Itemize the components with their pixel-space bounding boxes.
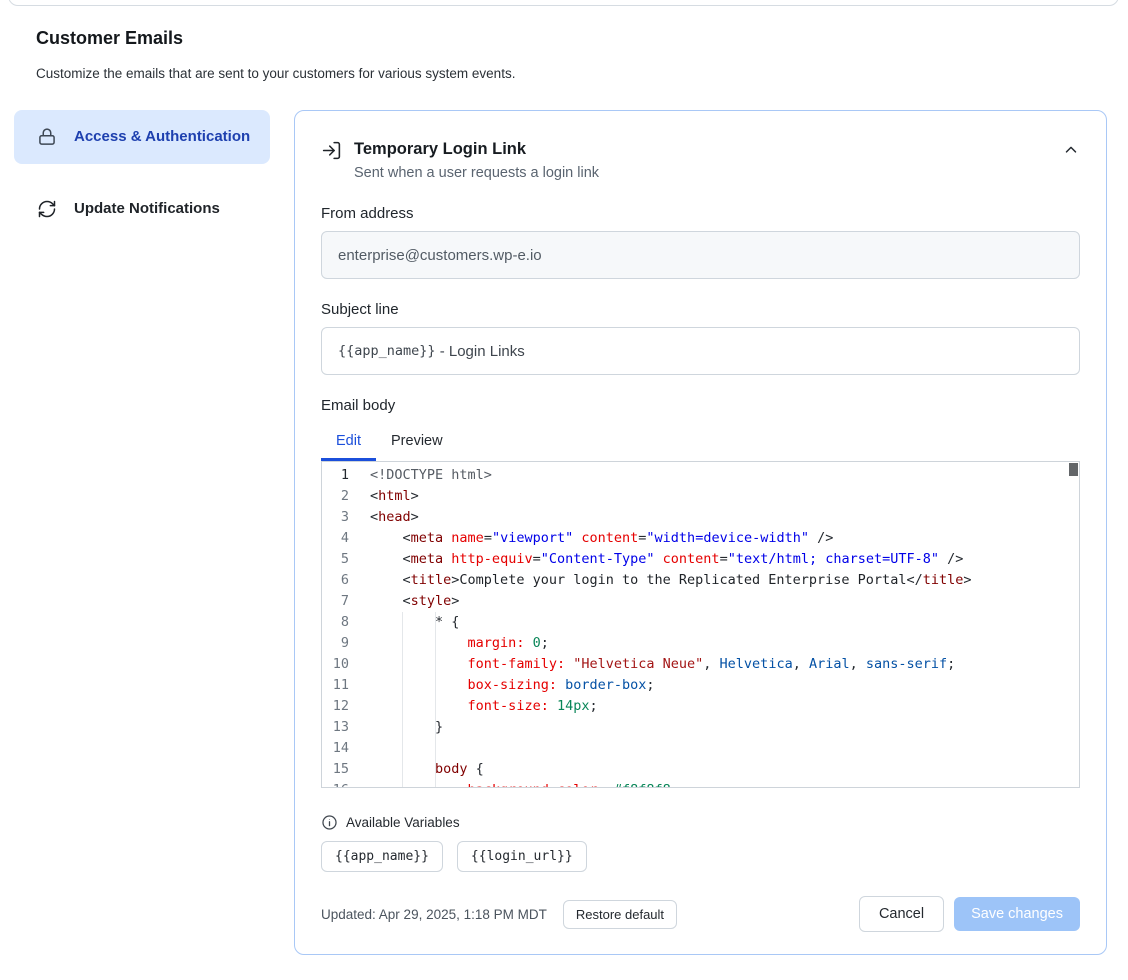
panel-header: Temporary Login Link Sent when a user re… bbox=[321, 137, 1080, 183]
panel-subtitle: Sent when a user requests a login link bbox=[354, 163, 599, 183]
panel-footer: Updated: Apr 29, 2025, 1:18 PM MDT Resto… bbox=[321, 896, 1080, 938]
from-address-label: From address bbox=[321, 205, 1080, 222]
code-line[interactable]: <html> bbox=[370, 486, 1067, 507]
sidebar-item-update-notifications[interactable]: Update Notifications bbox=[14, 182, 270, 236]
line-number: 4 bbox=[322, 528, 349, 549]
code-line[interactable]: <head> bbox=[370, 507, 1067, 528]
updated-timestamp: Updated: Apr 29, 2025, 1:18 PM MDT bbox=[321, 907, 547, 922]
line-number: 3 bbox=[322, 507, 349, 528]
previous-card-bottom-edge bbox=[8, 0, 1119, 6]
email-body-label: Email body bbox=[321, 397, 1080, 414]
sidebar-item-label: Update Notifications bbox=[74, 197, 220, 221]
subject-value-variable: {{app_name}} bbox=[338, 343, 436, 359]
variable-chip-app-name[interactable]: {{app_name}} bbox=[321, 841, 443, 872]
variable-chip-login-url[interactable]: {{login_url}} bbox=[457, 841, 587, 872]
from-address-input: enterprise@customers.wp-e.io bbox=[321, 231, 1080, 279]
code-line[interactable]: box-sizing: border-box; bbox=[370, 675, 1067, 696]
line-number: 15 bbox=[322, 759, 349, 780]
page-title: Customer Emails bbox=[36, 28, 183, 49]
subject-value-text: - Login Links bbox=[436, 343, 525, 360]
line-number: 2 bbox=[322, 486, 349, 507]
code-line[interactable]: background-color: #f8f8f8; bbox=[370, 780, 1067, 788]
info-icon[interactable] bbox=[321, 814, 338, 831]
collapse-panel-button[interactable] bbox=[1062, 141, 1080, 159]
editor-scrollbar-thumb[interactable] bbox=[1069, 463, 1078, 476]
customer-emails-page: { "page": { "title": "Customer Emails", … bbox=[0, 0, 1128, 980]
available-variables-row: Available Variables bbox=[321, 814, 1080, 831]
code-line[interactable]: <title>Complete your login to the Replic… bbox=[370, 570, 1067, 591]
tab-preview[interactable]: Preview bbox=[376, 420, 458, 461]
panel-header-text: Temporary Login Link Sent when a user re… bbox=[354, 137, 599, 183]
sidebar-item-access-authentication[interactable]: Access & Authentication bbox=[14, 110, 270, 164]
line-number: 10 bbox=[322, 654, 349, 675]
save-changes-button[interactable]: Save changes bbox=[954, 897, 1080, 931]
code-line[interactable] bbox=[370, 738, 1067, 759]
line-number: 5 bbox=[322, 549, 349, 570]
code-line[interactable]: <!DOCTYPE html> bbox=[370, 465, 1067, 486]
email-types-sidebar: Access & Authentication Update Notificat… bbox=[14, 110, 270, 236]
line-number: 11 bbox=[322, 675, 349, 696]
line-number: 6 bbox=[322, 570, 349, 591]
code-line[interactable]: font-size: 14px; bbox=[370, 696, 1067, 717]
cancel-button[interactable]: Cancel bbox=[859, 896, 944, 932]
from-address-value: enterprise@customers.wp-e.io bbox=[338, 247, 542, 264]
code-line[interactable]: <meta http-equiv="Content-Type" content=… bbox=[370, 549, 1067, 570]
tab-edit[interactable]: Edit bbox=[321, 420, 376, 461]
editor-gutter: 12345678910111213141516 bbox=[322, 465, 349, 788]
sidebar-item-label: Access & Authentication bbox=[74, 125, 250, 149]
line-number: 12 bbox=[322, 696, 349, 717]
available-variables-label: Available Variables bbox=[346, 815, 460, 830]
restore-default-button[interactable]: Restore default bbox=[563, 900, 677, 929]
line-number: 7 bbox=[322, 591, 349, 612]
line-number: 14 bbox=[322, 738, 349, 759]
code-line[interactable]: font-family: "Helvetica Neue", Helvetica… bbox=[370, 654, 1067, 675]
temporary-login-link-panel: Temporary Login Link Sent when a user re… bbox=[294, 110, 1107, 955]
email-body-tabs: Edit Preview bbox=[321, 420, 1080, 461]
lock-icon bbox=[37, 127, 57, 147]
subject-line-label: Subject line bbox=[321, 301, 1080, 318]
line-number: 8 bbox=[322, 612, 349, 633]
line-number: 13 bbox=[322, 717, 349, 738]
subject-line-input[interactable]: {{app_name}} - Login Links bbox=[321, 327, 1080, 375]
variable-chips: {{app_name}} {{login_url}} bbox=[321, 841, 1080, 872]
page-subtitle: Customize the emails that are sent to yo… bbox=[36, 66, 515, 81]
line-number: 9 bbox=[322, 633, 349, 654]
code-line[interactable]: <style> bbox=[370, 591, 1067, 612]
line-number: 1 bbox=[322, 465, 349, 486]
panel-title: Temporary Login Link bbox=[354, 137, 599, 161]
chevron-up-icon bbox=[1062, 141, 1080, 159]
code-line[interactable]: <meta name="viewport" content="width=dev… bbox=[370, 528, 1067, 549]
line-number: 16 bbox=[322, 780, 349, 788]
code-line[interactable]: body { bbox=[370, 759, 1067, 780]
email-body-code-editor[interactable]: 12345678910111213141516 <!DOCTYPE html><… bbox=[321, 461, 1080, 788]
code-line[interactable]: margin: 0; bbox=[370, 633, 1067, 654]
code-line[interactable]: } bbox=[370, 717, 1067, 738]
editor-code: <!DOCTYPE html><html><head> <meta name="… bbox=[370, 465, 1067, 788]
log-in-icon bbox=[321, 140, 342, 161]
refresh-icon bbox=[37, 199, 57, 219]
code-line[interactable]: * { bbox=[370, 612, 1067, 633]
